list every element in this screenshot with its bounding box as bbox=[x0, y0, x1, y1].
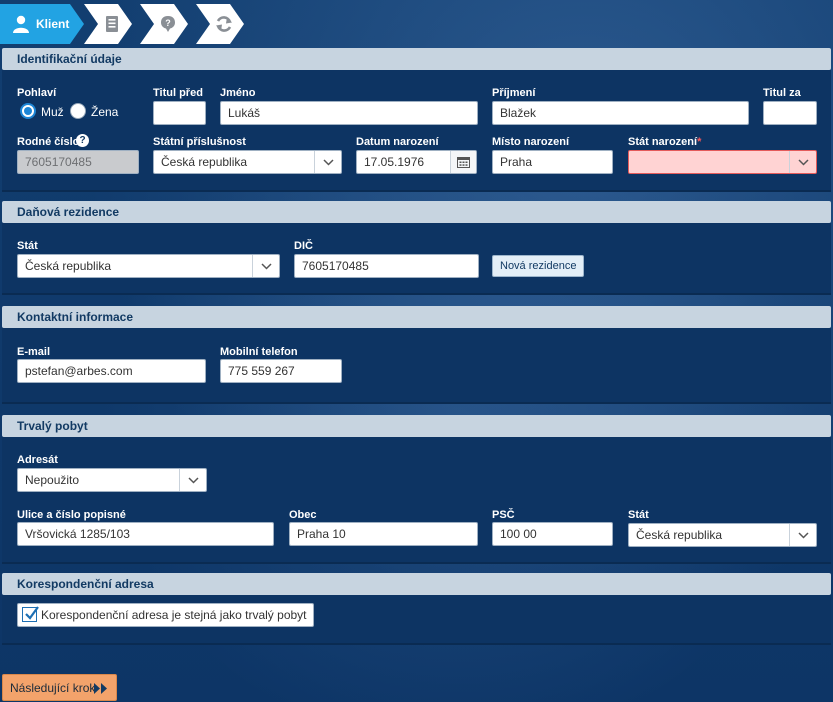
prijmeni-input[interactable]: Blažek bbox=[492, 101, 749, 125]
wizard-step-questionnaire[interactable]: ? bbox=[140, 4, 188, 44]
jmeno-label: Jméno bbox=[220, 87, 256, 99]
next-step-button[interactable]: Následující krok bbox=[2, 674, 117, 701]
stat-narozeni-label-text: Stát narození bbox=[628, 136, 698, 148]
email-input[interactable]: pstefan@arbes.com bbox=[17, 359, 206, 383]
next-step-label: Následující krok bbox=[10, 681, 96, 695]
psc-label: PSČ bbox=[492, 509, 515, 521]
statni-prislusnost-value: Česká republika bbox=[161, 155, 248, 169]
misto-narozeni-input[interactable]: Praha bbox=[492, 150, 613, 174]
gender-option-zena: Žena bbox=[91, 105, 119, 119]
help-icon[interactable]: ? bbox=[76, 134, 89, 147]
titul-pred-label: Titul před bbox=[153, 87, 203, 99]
statni-prislusnost-select[interactable]: Česká republika bbox=[153, 150, 342, 174]
jmeno-input[interactable]: Lukáš bbox=[220, 101, 478, 125]
required-marker: * bbox=[697, 136, 702, 148]
wizard-steps: Klient ? bbox=[0, 0, 833, 46]
chevron-down-icon bbox=[314, 151, 341, 173]
prijmeni-label: Příjmení bbox=[492, 87, 536, 99]
titul-za-input[interactable] bbox=[763, 101, 817, 125]
ulice-input[interactable]: Vršovická 1285/103 bbox=[17, 522, 274, 546]
chevron-down-icon bbox=[179, 469, 206, 491]
datum-narozeni-value: 17.05.1976 bbox=[364, 155, 425, 169]
dic-input[interactable]: 7605170485 bbox=[294, 254, 479, 278]
stat-narozeni-select[interactable] bbox=[628, 150, 817, 174]
pobyt-stat-value: Česká republika bbox=[636, 528, 723, 542]
calendar-icon[interactable] bbox=[450, 151, 476, 173]
section-header-danova-rezidence: Daňová rezidence bbox=[2, 201, 831, 223]
double-chevron-right-icon bbox=[94, 683, 107, 694]
datum-narozeni-input[interactable]: 17.05.1976 bbox=[356, 150, 477, 174]
email-label: E-mail bbox=[17, 346, 51, 358]
chevron-down-icon bbox=[252, 255, 279, 277]
svg-text:?: ? bbox=[165, 18, 171, 28]
document-icon bbox=[106, 16, 118, 32]
dic-label: DIČ bbox=[294, 240, 313, 252]
section-header-identifikace: Identifikační údaje bbox=[2, 48, 831, 70]
datum-narozeni-label: Datum narození bbox=[356, 136, 439, 148]
psc-input[interactable]: 100 00 bbox=[492, 522, 613, 546]
same-address-label: Korespondenční adresa je stejná jako trv… bbox=[41, 608, 307, 622]
obec-label: Obec bbox=[289, 509, 317, 521]
chevron-down-icon bbox=[789, 151, 816, 173]
gender-label: Pohlaví bbox=[17, 87, 57, 99]
telefon-input[interactable]: 775 559 267 bbox=[220, 359, 342, 383]
section-header-korespondencni: Korespondenční adresa bbox=[2, 573, 831, 595]
chevron-down-icon bbox=[789, 524, 816, 546]
wizard-step-summary[interactable] bbox=[196, 4, 244, 44]
statni-prislusnost-label: Státní příslušnost bbox=[153, 136, 246, 148]
nova-rezidence-button[interactable]: Nová rezidence bbox=[492, 255, 585, 277]
rezidence-stat-label: Stát bbox=[17, 240, 38, 252]
adresat-value: Nepoužito bbox=[25, 473, 80, 487]
ulice-label: Ulice a číslo popisné bbox=[17, 509, 126, 521]
gender-radio-zena[interactable] bbox=[70, 103, 86, 119]
same-address-checkbox[interactable]: Korespondenční adresa je stejná jako trv… bbox=[17, 603, 314, 627]
section-header-trvaly-pobyt: Trvalý pobyt bbox=[2, 415, 831, 437]
pobyt-stat-label: Stát bbox=[628, 509, 649, 521]
rodne-cislo-label: Rodné číslo bbox=[17, 136, 80, 148]
wizard-step-documents[interactable] bbox=[84, 4, 132, 44]
adresat-select[interactable]: Nepoužito bbox=[17, 468, 207, 492]
user-icon bbox=[13, 15, 29, 33]
section-header-kontakt: Kontaktní informace bbox=[2, 306, 831, 328]
obec-input[interactable]: Praha 10 bbox=[289, 522, 478, 546]
gender-radio-muz[interactable] bbox=[20, 103, 36, 119]
titul-pred-input[interactable] bbox=[153, 101, 206, 125]
rodne-cislo-input[interactable]: 7605170485 bbox=[17, 150, 139, 174]
pobyt-stat-select[interactable]: Česká republika bbox=[628, 523, 817, 547]
checkbox-checked-icon[interactable] bbox=[22, 606, 39, 622]
titul-za-label: Titul za bbox=[763, 87, 801, 99]
wizard-step-klient[interactable]: Klient bbox=[0, 4, 84, 44]
gender-option-muz: Muž bbox=[41, 105, 64, 119]
wizard-step-label: Klient bbox=[36, 17, 70, 31]
question-bubble-icon: ? bbox=[161, 16, 175, 32]
stat-narozeni-label: Stát narození* bbox=[628, 136, 701, 148]
rezidence-stat-value: Česká republika bbox=[25, 259, 112, 273]
adresat-label: Adresát bbox=[17, 454, 58, 466]
telefon-label: Mobilní telefon bbox=[220, 346, 298, 358]
misto-narozeni-label: Místo narození bbox=[492, 136, 570, 148]
refresh-icon bbox=[216, 16, 232, 32]
rezidence-stat-select[interactable]: Česká republika bbox=[17, 254, 280, 278]
